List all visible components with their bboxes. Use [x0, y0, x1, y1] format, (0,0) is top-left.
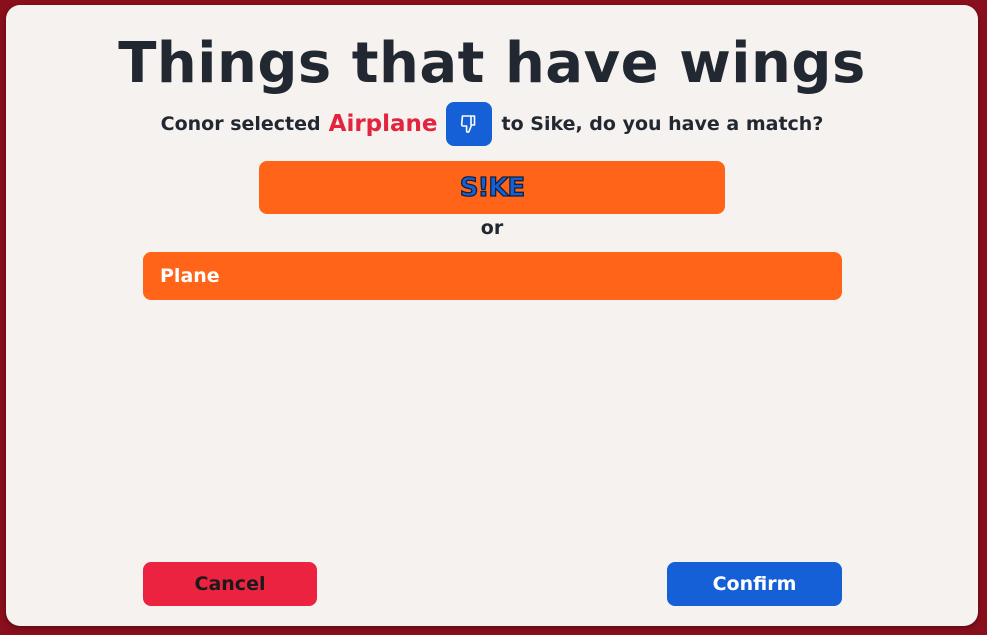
sike-button[interactable]: S!KE — [259, 161, 725, 214]
prompt-prefix: Conor selected — [160, 113, 321, 135]
prompt-suffix: to Sike, do you have a match? — [501, 113, 824, 135]
thumbs-down-icon — [445, 102, 492, 146]
selection-prompt: Conor selected Airplane to Sike, do you … — [6, 101, 978, 147]
answer-option-plane[interactable]: Plane — [143, 252, 842, 300]
page-title: Things that have wings — [118, 31, 866, 96]
or-divider: or — [480, 217, 504, 239]
cancel-button[interactable]: Cancel — [143, 562, 317, 606]
match-dialog: Things that have wings Conor selected Ai… — [6, 5, 978, 626]
confirm-button[interactable]: Confirm — [667, 562, 842, 606]
selected-answer: Airplane — [328, 111, 438, 137]
answer-option-label: Plane — [160, 265, 220, 287]
sike-logo: S!KE — [459, 172, 526, 203]
